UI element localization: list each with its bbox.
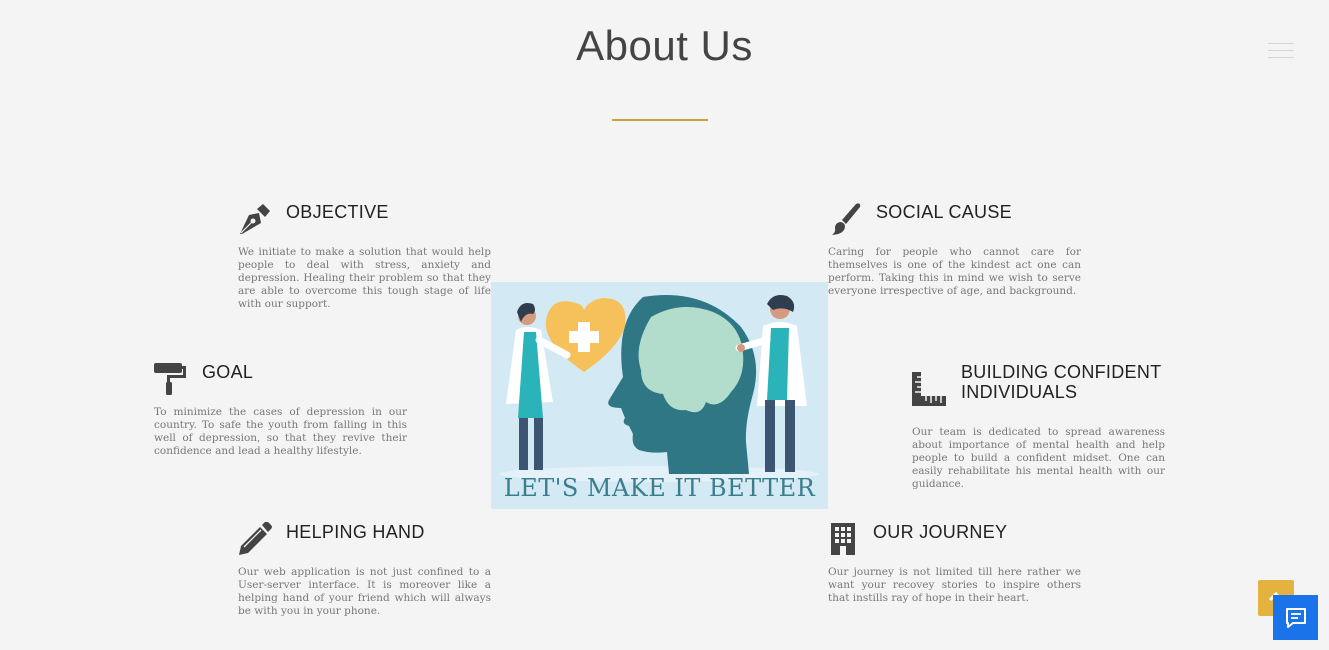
goal-text: To minimize the cases of depression in o… bbox=[154, 406, 407, 457]
journey-heading: OUR JOURNEY bbox=[873, 522, 1008, 542]
building-text: Our team is dedicated to spread awarenes… bbox=[912, 426, 1165, 490]
paint-brush-icon bbox=[832, 203, 861, 235]
chat-button[interactable] bbox=[1273, 595, 1318, 640]
pencil-icon bbox=[239, 522, 272, 555]
journey-section: OUR JOURNEY Our journey is not limited t… bbox=[828, 522, 1082, 622]
building-icon bbox=[831, 523, 855, 555]
building-section: BUILDING CONFIDENT INDIVIDUALS Our team … bbox=[912, 362, 1166, 492]
objective-section: OBJECTIVE We initiate to make a solution… bbox=[238, 202, 492, 322]
mental-health-illustration: LET'S MAKE IT BETTER bbox=[491, 282, 828, 509]
paint-roller-icon bbox=[154, 363, 186, 395]
social-cause-heading: SOCIAL CAUSE bbox=[876, 202, 1012, 222]
page-title: About Us bbox=[576, 22, 753, 69]
social-cause-section: SOCIAL CAUSE Caring for people who canno… bbox=[828, 202, 1082, 302]
ruler-combined-icon bbox=[912, 372, 946, 406]
goal-heading: GOAL bbox=[202, 362, 254, 382]
helping-hand-heading: HELPING HAND bbox=[286, 522, 425, 542]
goal-section: GOAL To minimize the cases of depression… bbox=[154, 362, 408, 462]
hamburger-menu-icon[interactable] bbox=[1268, 43, 1294, 61]
objective-text: We initiate to make a solution that woul… bbox=[238, 246, 491, 310]
chat-icon bbox=[1285, 607, 1306, 628]
fountain-pen-icon bbox=[240, 204, 270, 234]
title-divider bbox=[612, 119, 708, 121]
helping-hand-text: Our web application is not just confined… bbox=[238, 566, 491, 617]
objective-heading: OBJECTIVE bbox=[286, 202, 389, 222]
journey-text: Our journey is not limited till here rat… bbox=[828, 566, 1081, 604]
illustration-caption: LET'S MAKE IT BETTER bbox=[503, 474, 816, 502]
building-heading: BUILDING CONFIDENT INDIVIDUALS bbox=[961, 362, 1162, 402]
helping-hand-section: HELPING HAND Our web application is not … bbox=[238, 522, 492, 622]
social-cause-text: Caring for people who cannot care for th… bbox=[828, 246, 1081, 297]
